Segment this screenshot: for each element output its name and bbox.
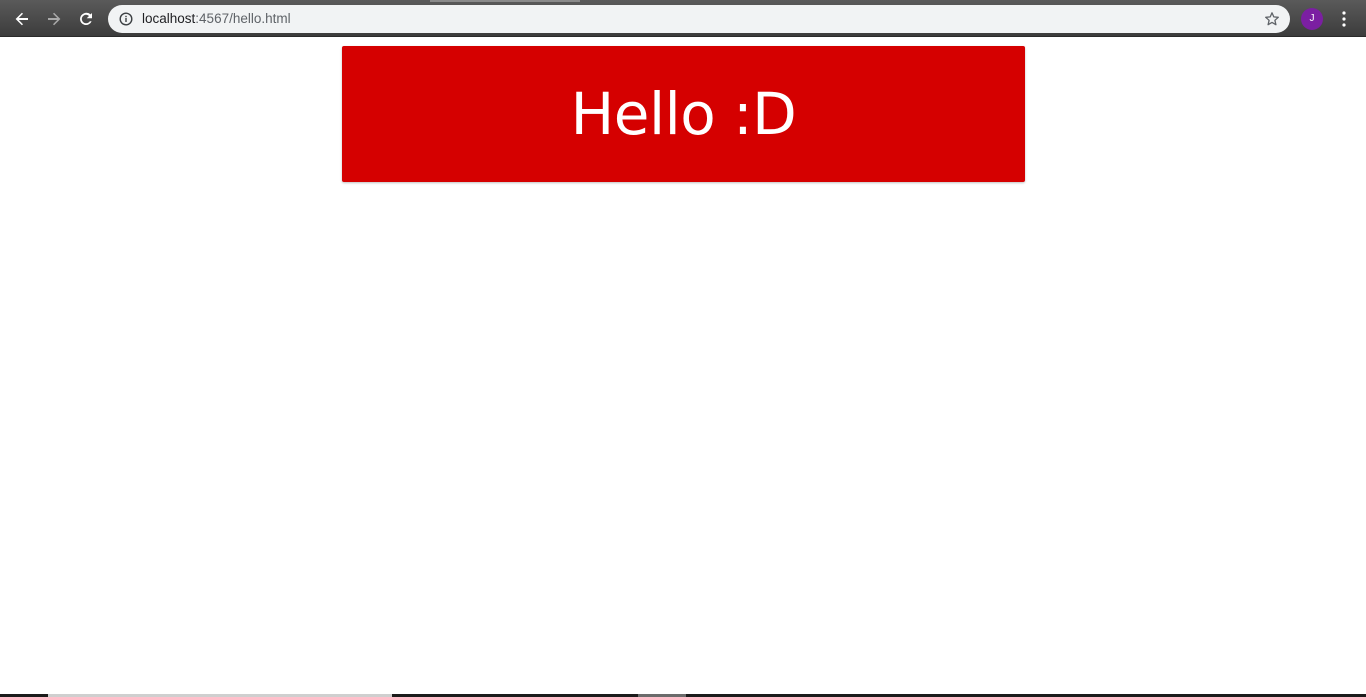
- hello-banner: Hello :D: [342, 46, 1025, 182]
- vertical-dots-icon[interactable]: [1336, 10, 1352, 28]
- forward-button[interactable]: [41, 6, 67, 32]
- url-host: localhost: [142, 11, 196, 26]
- browser-toolbar: localhost:4567/hello.html J: [0, 0, 1366, 37]
- banner-text: Hello :D: [570, 80, 797, 148]
- address-bar[interactable]: localhost:4567/hello.html: [108, 5, 1290, 33]
- reload-button[interactable]: [73, 6, 99, 32]
- back-button[interactable]: [9, 6, 35, 32]
- back-arrow-icon: [15, 12, 28, 26]
- forward-arrow-icon: [48, 12, 61, 26]
- star-icon[interactable]: [1264, 11, 1280, 27]
- profile-avatar[interactable]: J: [1301, 8, 1323, 30]
- tab-strip-edge: [430, 0, 580, 2]
- url-path: :4567/hello.html: [195, 11, 291, 26]
- reload-icon: [79, 12, 92, 26]
- url-text[interactable]: localhost:4567/hello.html: [142, 11, 291, 27]
- info-icon[interactable]: [119, 12, 133, 26]
